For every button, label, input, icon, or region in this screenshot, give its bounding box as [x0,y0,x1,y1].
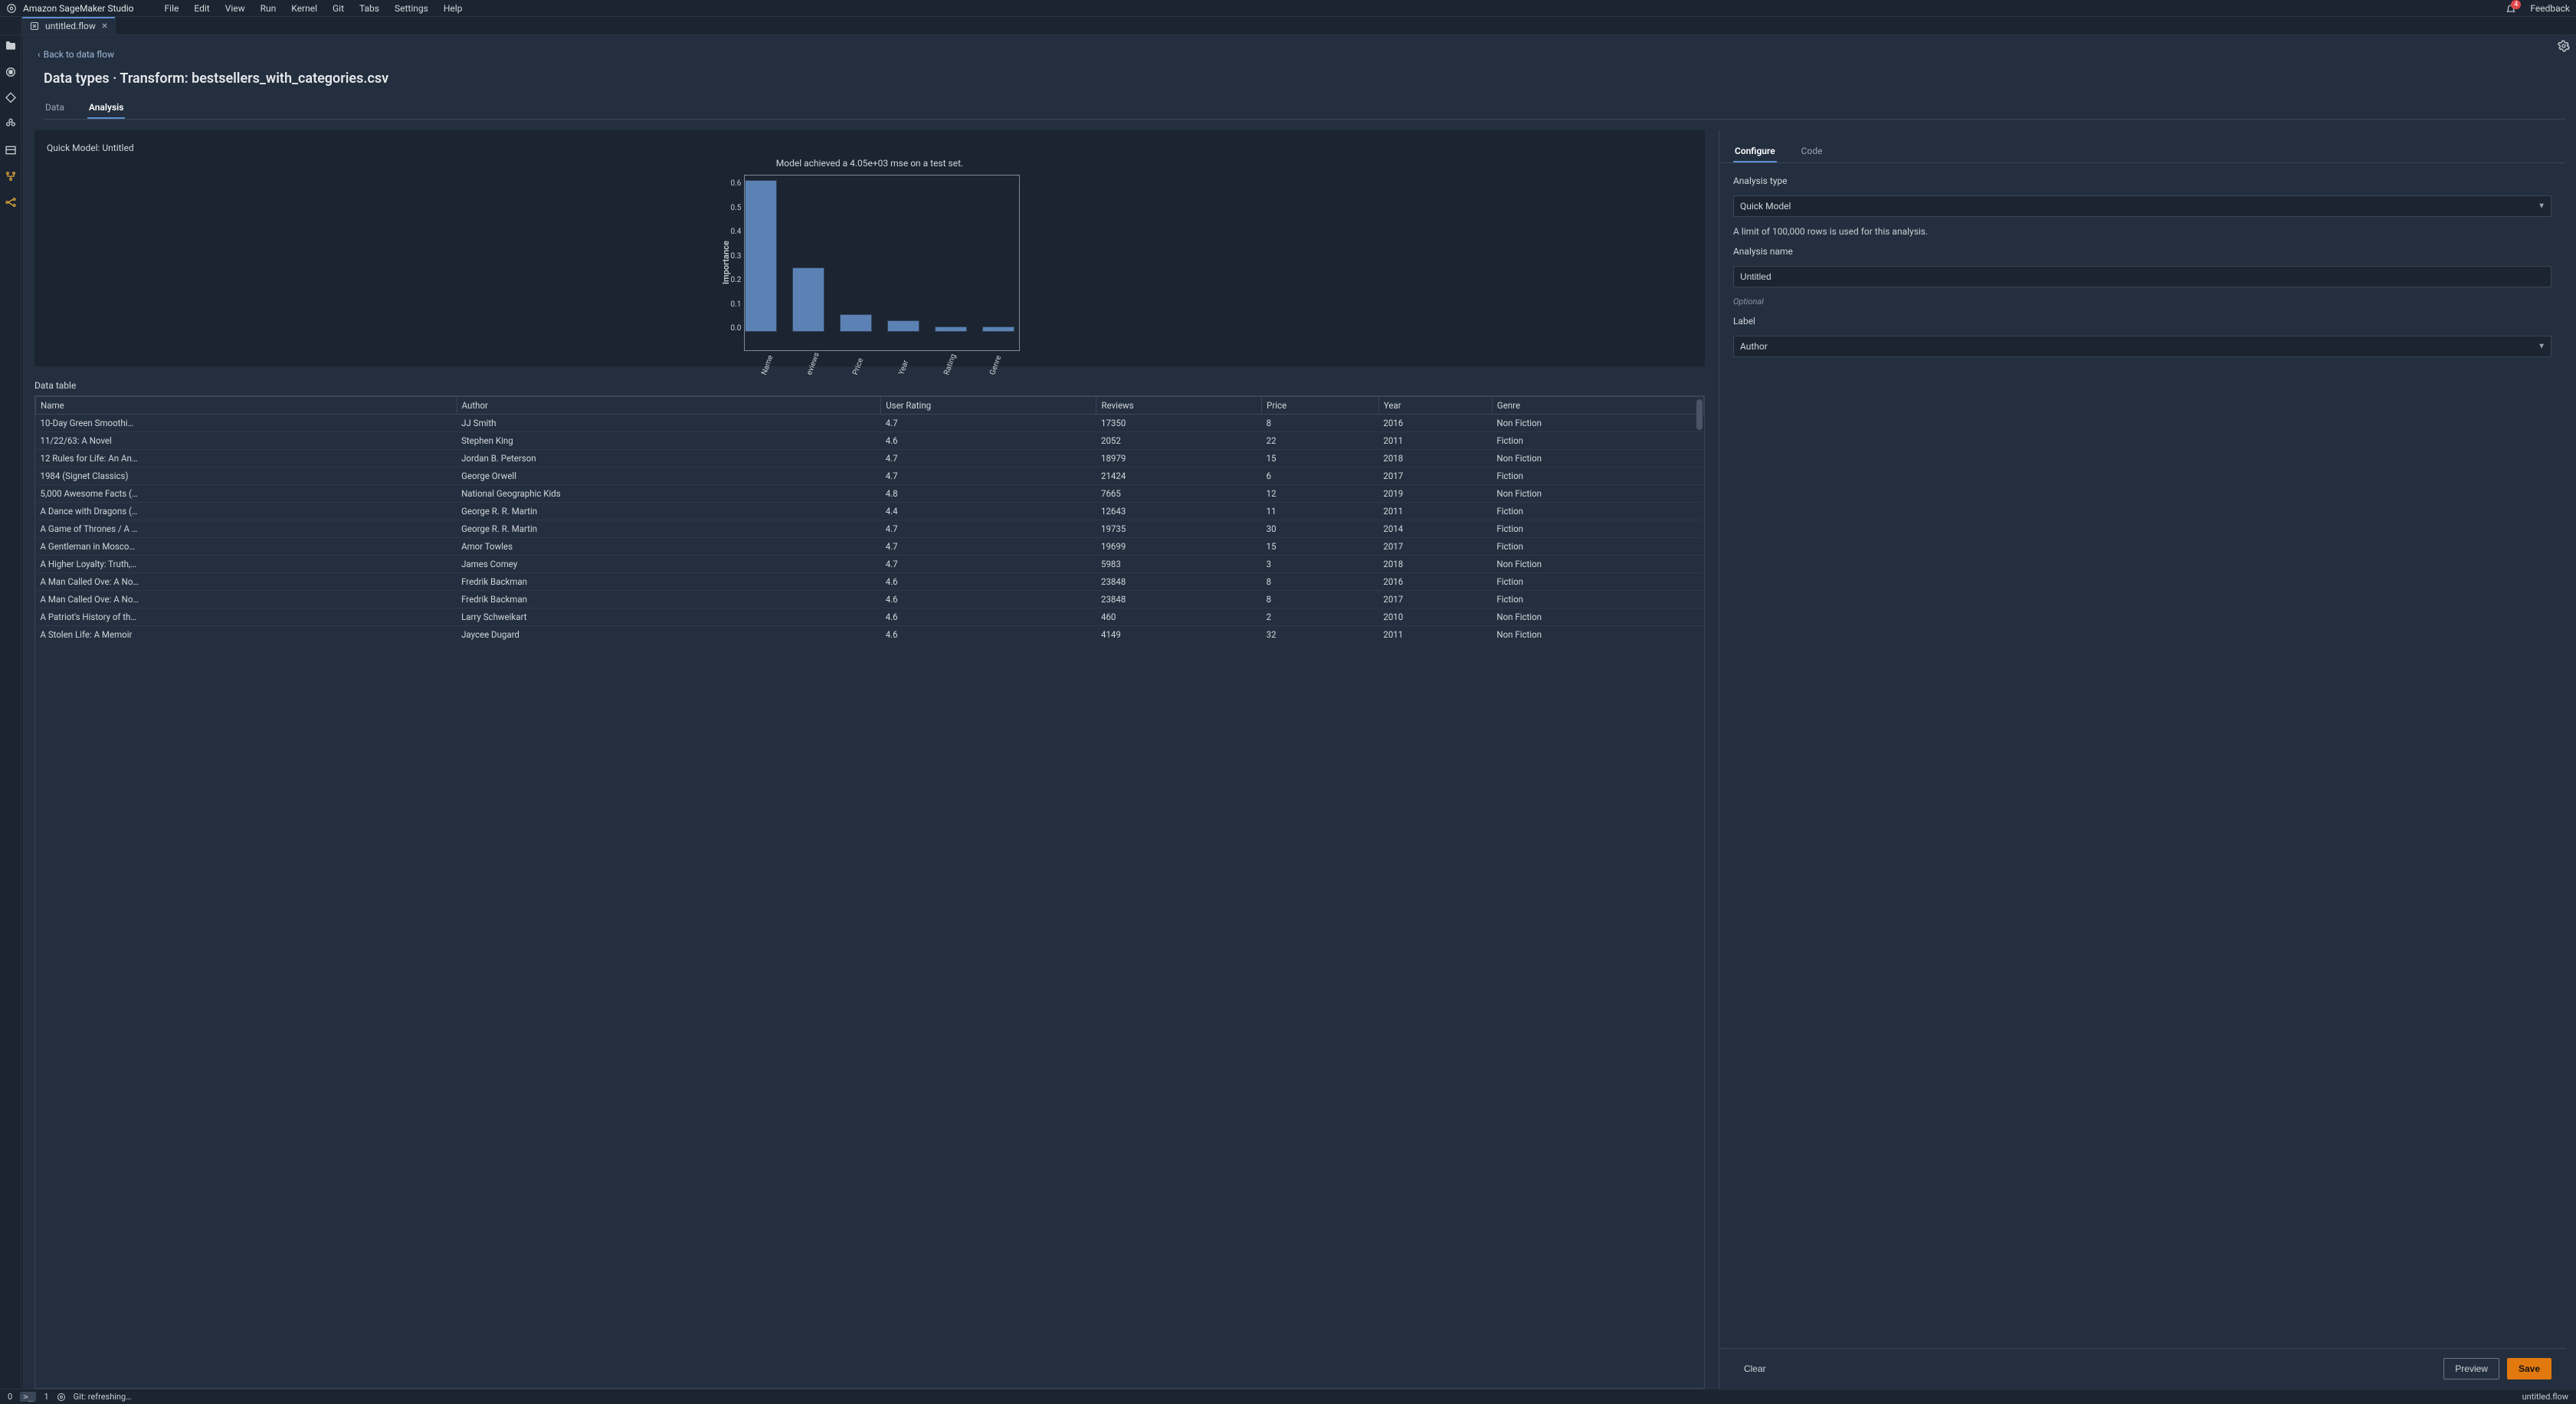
menu-git[interactable]: Git [333,3,344,14]
table-row[interactable]: A Dance with Dragons (…George R. R. Mart… [36,503,1704,520]
git-status: Git: refreshing… [74,1392,132,1402]
table-scrollbar[interactable] [1696,396,1703,1388]
menu-run[interactable]: Run [261,3,277,14]
analysis-type-label: Analysis type [1733,176,2551,186]
table-row[interactable]: A Stolen Life: A MemoirJaycee Dugard4.64… [36,626,1704,644]
menu-help[interactable]: Help [444,3,463,14]
table-header[interactable]: Author [457,397,881,415]
chart-yticks: 0.6 0.5 0.4 0.3 0.2 0.1 0.0 [731,175,745,351]
chart-xticks: NameeviewsPriceYearRatingGenre [745,352,1019,376]
file-tab[interactable]: untitled.flow × [21,16,116,34]
data-table-label: Data table [34,380,1705,391]
table-header[interactable]: Reviews [1096,397,1262,415]
status-gear-icon[interactable] [57,1393,66,1402]
circle-icon[interactable] [5,66,17,78]
analysis-name-input[interactable] [1733,266,2551,287]
gear-icon[interactable] [2558,40,2570,52]
panel-icon[interactable] [5,144,17,156]
analysis-type-select[interactable]: Quick Model [1733,195,2551,217]
table-header[interactable]: Price [1262,397,1379,415]
table-row[interactable]: 5,000 Awesome Facts (…National Geographi… [36,485,1704,503]
extensions-icon[interactable] [5,118,17,130]
chart-bar [935,326,967,332]
app-title: Amazon SageMaker Studio [23,3,134,14]
table-row[interactable]: A Gentleman in Mosco…Amor Towles4.719699… [36,538,1704,556]
table-header[interactable]: Name [36,397,457,415]
menu-settings[interactable]: Settings [395,3,428,14]
tab-configure[interactable]: Configure [1733,141,1777,162]
chart-bar [982,326,1014,332]
table-row[interactable]: 12 Rules for Life: An An…Jordan B. Peter… [36,450,1704,467]
flow-file-icon [30,21,39,31]
table-row[interactable]: A Man Called Ove: A No…Fredrik Backman4.… [36,573,1704,591]
chart-ylabel: Importance [719,175,731,351]
clear-button[interactable]: Clear [1733,1359,1777,1379]
tab-code[interactable]: Code [1800,141,1824,162]
table-row[interactable]: 10-Day Green Smoothi…JJ Smith4.717350820… [36,415,1704,432]
label-label: Label [1733,316,2551,326]
table-row[interactable]: 1984 (Signet Classics)George Orwell4.721… [36,467,1704,485]
subtabs: Data Analysis [44,97,2565,120]
table-row[interactable]: A Man Called Ove: A No…Fredrik Backman4.… [36,591,1704,609]
optional-hint: Optional [1733,297,2551,307]
terminal-icon[interactable]: >_ [20,1392,36,1402]
analysis-name-label: Analysis name [1733,246,2551,257]
table-row[interactable]: 11/22/63: A NovelStephen King4.620522220… [36,432,1704,450]
chart-bar [840,314,872,332]
status-filename: untitled.flow [2522,1392,2568,1402]
preview-button[interactable]: Preview [2443,1358,2499,1379]
chart-subtitle: Model achieved a 4.05e+03 mse on a test … [47,158,1693,169]
close-icon[interactable]: × [102,21,107,31]
chevron-left-icon: ‹ [38,49,41,60]
notif-badge: 4 [2511,0,2521,9]
menu-kernel[interactable]: Kernel [291,3,317,14]
feedback-link[interactable]: Feedback [2530,3,2570,14]
app-logo-icon [6,3,17,14]
editor-tab-bar: untitled.flow × [0,17,2576,35]
menu-view[interactable]: View [225,3,245,14]
left-activity-bar [0,35,21,1389]
chart-bar [745,180,777,332]
table-header[interactable]: User Rating [881,397,1096,415]
label-select[interactable]: Author [1733,336,2551,357]
chart-bar [887,320,919,332]
menu-file[interactable]: File [165,3,179,14]
table-header[interactable]: Year [1378,397,1492,415]
chart-card-title: Quick Model: Untitled [47,143,1693,153]
tab-analysis[interactable]: Analysis [87,97,126,119]
file-tab-label: untitled.flow [45,21,96,31]
folder-icon[interactable] [5,40,17,52]
data-table: NameAuthorUser RatingReviewsPriceYearGen… [35,396,1704,643]
flow-icon[interactable] [5,196,17,208]
page-title: Data types · Transform: bestsellers_with… [44,71,2565,87]
status-zero: 0 [8,1392,12,1402]
components-icon[interactable] [5,170,17,182]
table-header[interactable]: Genre [1492,397,1703,415]
back-link-label: Back to data flow [44,49,114,60]
chart-card: Quick Model: Untitled Model achieved a 4… [34,130,1705,366]
configure-panel: Configure Code Analysis type Quick Model… [1719,130,2565,1389]
menu-tabs[interactable]: Tabs [359,3,379,14]
save-button[interactable]: Save [2507,1358,2551,1379]
status-bar: 0 >_ 1 Git: refreshing… untitled.flow [0,1389,2576,1404]
chart-bar [792,267,824,332]
status-one: 1 [44,1392,48,1402]
table-row[interactable]: A Game of Thrones / A …George R. R. Mart… [36,520,1704,538]
back-link[interactable]: ‹ Back to data flow [38,49,2565,60]
top-menubar: Amazon SageMaker Studio File Edit View R… [0,0,2576,17]
notifications-icon[interactable]: 4 [2506,3,2516,14]
table-row[interactable]: A Higher Loyalty: Truth,…James Comey4.75… [36,556,1704,573]
tab-data[interactable]: Data [44,97,66,119]
table-row[interactable]: A Patriot's History of th…Larry Schweika… [36,609,1704,626]
git-branch-icon[interactable] [5,92,17,104]
menu-edit[interactable]: Edit [194,3,209,14]
limit-note: A limit of 100,000 rows is used for this… [1733,226,2551,237]
chart-area: Importance 0.6 0.5 0.4 0.3 0.2 0.1 0.0 [47,175,1693,351]
plot-area: NameeviewsPriceYearRatingGenre [744,175,1020,351]
menubar-items: File Edit View Run Kernel Git Tabs Setti… [165,3,463,14]
